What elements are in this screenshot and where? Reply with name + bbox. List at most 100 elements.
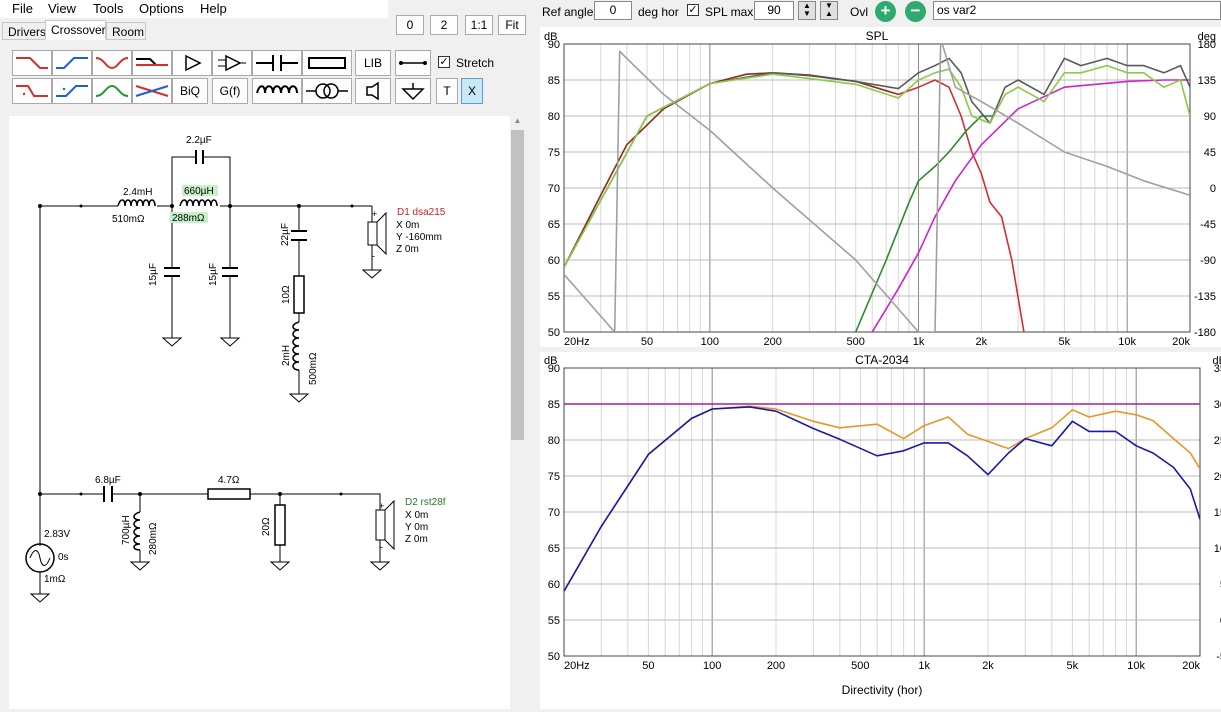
inductor-button[interactable] xyxy=(252,78,302,104)
speaker-button[interactable] xyxy=(355,78,391,104)
highpass1-button[interactable] xyxy=(52,50,92,76)
r2-label: 4.7Ω xyxy=(218,475,240,486)
spl-graph-panel: 90 180 85 135 80 90 75 45 70 0 65 -45 60 -90 55 -135 50-… xyxy=(540,27,1221,348)
ovl-remove-icon[interactable]: − xyxy=(905,1,926,22)
menu-bar: File View Tools Options Help xyxy=(0,0,388,18)
menu-file[interactable]: File xyxy=(12,1,33,16)
scroll-up-arrow-icon[interactable]: ▲ xyxy=(510,116,525,125)
ground-icon xyxy=(401,83,425,101)
source-resistance-label: 1mΩ xyxy=(44,574,66,585)
series-group xyxy=(564,44,1190,332)
tab-room[interactable]: Room xyxy=(106,22,146,40)
l3-resistance-label: 500mΩ xyxy=(308,352,319,385)
capacitor-button[interactable] xyxy=(252,50,302,76)
tab-bar: Drivers Crossover Room xyxy=(0,20,530,42)
x-tick-label: 20k xyxy=(1172,336,1190,347)
shelf-icon xyxy=(136,58,168,66)
t-button[interactable]: T xyxy=(436,78,458,104)
resistor-button[interactable] xyxy=(302,50,352,76)
bandpass-button[interactable] xyxy=(92,78,132,104)
lowpass2-button[interactable] xyxy=(12,78,52,104)
x-tick-label: 100 xyxy=(701,336,719,347)
x-tick-label: 1k xyxy=(918,660,930,672)
x-tick-label: 5k xyxy=(1067,660,1079,672)
tab-crossover[interactable]: Crossover xyxy=(45,20,106,40)
gf-button[interactable]: G(f) xyxy=(212,78,248,104)
chart-grid xyxy=(563,367,1201,657)
lib-button[interactable]: LIB xyxy=(355,50,391,76)
x-button[interactable]: X xyxy=(461,78,483,104)
stretch-label: Stretch xyxy=(456,56,495,70)
opamp-button[interactable] xyxy=(212,50,252,76)
d1-x-label: X 0m xyxy=(396,220,419,231)
highpass2-button[interactable] xyxy=(52,78,92,104)
c2-label: 15µF xyxy=(208,263,219,286)
lowpass1-button[interactable] xyxy=(12,50,52,76)
stretch-checkbox[interactable]: ✓ xyxy=(438,56,450,68)
d2-name-label: D2 rst28f xyxy=(405,497,446,508)
bandpass-icon xyxy=(95,84,129,97)
ref-angle-input[interactable]: 0 xyxy=(594,1,632,20)
l1-label: 2.4mH xyxy=(123,187,152,198)
y-tick-label: 80 xyxy=(548,111,560,123)
y2-tick-label: 10 xyxy=(1214,543,1221,555)
y2-tick-label: 20 xyxy=(1214,471,1221,483)
source-time-label: 0s xyxy=(58,552,69,563)
y-tick-label: 70 xyxy=(548,507,560,519)
d1-name-label: D1 dsa215 xyxy=(397,207,446,218)
ovl-name-input[interactable]: os var2 xyxy=(933,1,1221,20)
x-tick-label: 5k xyxy=(1059,336,1071,347)
tab-drivers[interactable]: Drivers xyxy=(2,22,46,40)
y2-tick-label: -45 xyxy=(1200,219,1216,231)
collapse-expand-icon[interactable]: ▼ ▲ xyxy=(820,1,838,20)
graph-controls: Ref angle 0 deg hor ✓ SPL max 90 ▲ ▼ ▼ ▲ O… xyxy=(530,0,1221,24)
menu-options[interactable]: Options xyxy=(139,1,184,16)
y-tick-label: 60 xyxy=(548,579,560,591)
spl-max-checkbox[interactable]: ✓ xyxy=(687,4,699,16)
crossing-button[interactable] xyxy=(132,78,172,104)
menu-view[interactable]: View xyxy=(48,1,76,16)
buffer-icon xyxy=(185,54,202,72)
highpass1-icon xyxy=(56,57,88,69)
cta-chart[interactable]: 90358530802575207015651060555050-520Hz50… xyxy=(540,352,1221,709)
y-tick-label: 65 xyxy=(548,543,560,555)
ground-button[interactable] xyxy=(395,78,431,104)
bandstop-button[interactable] xyxy=(92,50,132,76)
wire-button[interactable] xyxy=(395,50,431,76)
lowpass2-icon xyxy=(16,85,48,97)
y-tick-label: 50 xyxy=(548,327,560,339)
y-tick-label: 70 xyxy=(548,183,560,195)
y-tick-label: 85 xyxy=(548,75,560,87)
series-line-1 xyxy=(564,406,1200,592)
y2-tick-label: -180 xyxy=(1194,327,1216,339)
spl-chart[interactable]: 90 18085 13580 9075 4570 065 -4560 -9055 -13550-… xyxy=(540,27,1221,348)
l4-label: 700µH xyxy=(121,515,132,545)
ovl-add-icon[interactable]: + xyxy=(875,1,896,22)
shelf-button[interactable] xyxy=(132,50,172,76)
d1-minus-label: - xyxy=(372,251,375,261)
transformer-button[interactable] xyxy=(302,78,352,104)
buffer-button[interactable] xyxy=(172,50,212,76)
c3-label: 22µF xyxy=(280,223,291,246)
x-tick-label: 10k xyxy=(1118,336,1136,347)
d2-plus-label: + xyxy=(379,501,384,511)
y2-tick-label: 15 xyxy=(1214,507,1221,519)
l2-label: 660µH xyxy=(184,186,214,197)
x-tick-label: 2k xyxy=(982,660,994,672)
x-tick-label: 2k xyxy=(976,336,988,347)
menu-help[interactable]: Help xyxy=(200,1,227,16)
y-tick-label: 55 xyxy=(548,291,560,303)
schematic-canvas[interactable]: 2.2µF 2.4mH 510mΩ 660µH 288mΩ 15µF 15µF … xyxy=(9,116,510,709)
scrollbar-thumb[interactable] xyxy=(511,130,524,440)
series-line-3 xyxy=(871,79,1190,332)
y2-tick-label: 135 xyxy=(1198,75,1216,87)
chart-title: SPL xyxy=(866,29,889,43)
biq-button[interactable]: BiQ xyxy=(172,78,208,104)
menu-tools[interactable]: Tools xyxy=(93,1,123,16)
spl-max-input[interactable]: 90 xyxy=(754,1,794,20)
transformer-icon xyxy=(306,83,348,99)
y-tick-label: 75 xyxy=(548,471,560,483)
wire-icon xyxy=(399,61,427,65)
c4-label: 6.8µF xyxy=(95,475,121,486)
spin-updown-icon[interactable]: ▲ ▼ xyxy=(798,1,816,20)
